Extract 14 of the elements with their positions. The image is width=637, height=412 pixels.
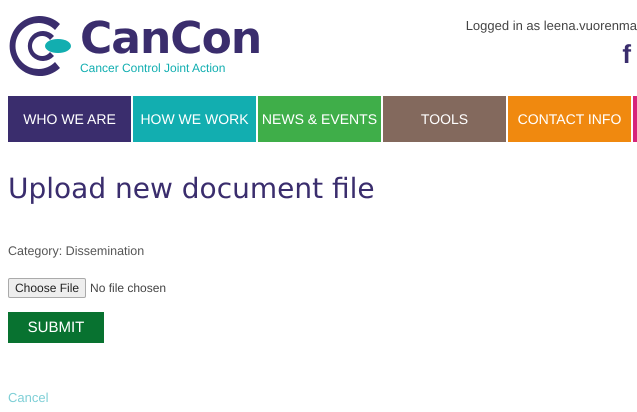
category-label: Category: Dissemination bbox=[8, 244, 144, 258]
nav-tab[interactable]: NEWS & EVENTS bbox=[258, 96, 381, 142]
choose-file-button[interactable]: Choose File bbox=[8, 278, 86, 298]
logo-tagline: Cancer Control Joint Action bbox=[80, 61, 226, 75]
logged-in-text: Logged in as leena.vuorenma bbox=[466, 18, 637, 33]
nav-tab[interactable]: HOW WE WORK bbox=[133, 96, 256, 142]
logo-name: CanCon bbox=[80, 17, 262, 61]
submit-button[interactable]: SUBMIT bbox=[8, 312, 104, 343]
page-title: Upload new document file bbox=[8, 172, 375, 206]
nav-tab[interactable]: TOOLS bbox=[383, 96, 506, 142]
facebook-link[interactable]: f bbox=[622, 41, 637, 67]
file-status: No file chosen bbox=[90, 281, 166, 295]
logo-icon bbox=[8, 14, 72, 78]
nav-tab[interactable]: WHO WE ARE bbox=[8, 96, 131, 142]
